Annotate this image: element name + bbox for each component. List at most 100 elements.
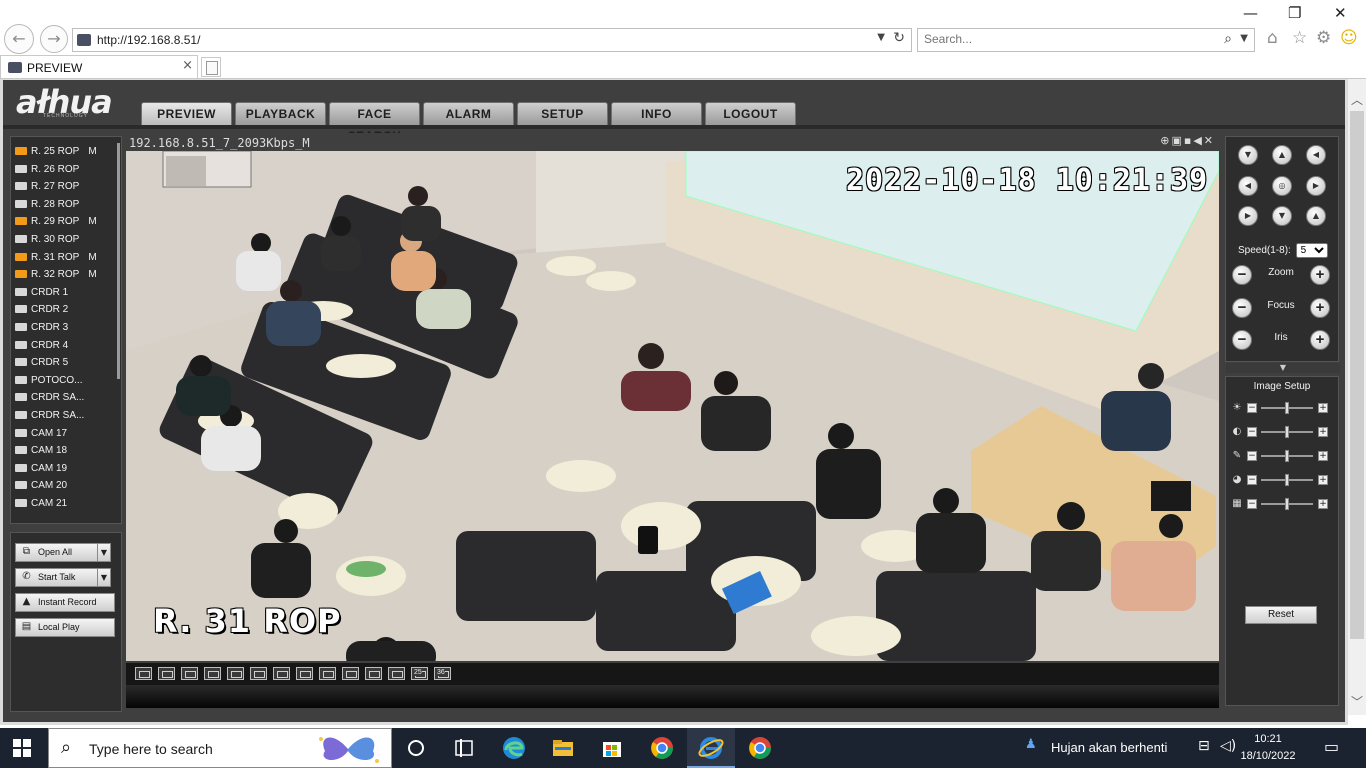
layout-13-icon[interactable]	[342, 667, 359, 680]
device-item[interactable]: CRDR 4	[15, 337, 68, 354]
device-item[interactable]: CAM 17	[15, 425, 67, 442]
device-item[interactable]: CAM 18	[15, 442, 67, 459]
address-dropdown-icon[interactable]: ▼	[877, 32, 885, 43]
start-talk-dropdown[interactable]: ▼	[97, 568, 111, 587]
browser-search-box[interactable]: ⌕ ▼	[917, 28, 1255, 52]
iris-open-button[interactable]: +	[1310, 330, 1330, 350]
weather-text[interactable]: Hujan akan berhenti	[1051, 740, 1167, 755]
device-item[interactable]: R. 32 ROP M	[15, 266, 97, 283]
scroll-thumb[interactable]	[1350, 111, 1364, 639]
hue-decrease-button[interactable]: −	[1247, 475, 1257, 485]
device-item[interactable]: R. 31 ROP M	[15, 249, 97, 266]
brightness-increase-button[interactable]: +	[1318, 403, 1328, 413]
instant-record-button[interactable]: ▲ Instant Record	[15, 593, 115, 612]
scroll-up-icon[interactable]: ︿	[1348, 91, 1366, 109]
ptz-down-right-icon[interactable]: ▲	[1306, 206, 1326, 226]
taskbar-search[interactable]: ⌕ Type here to search	[48, 728, 392, 768]
layout-fullscreen-icon[interactable]	[135, 667, 152, 680]
ptz-up-left-icon[interactable]: ▼	[1238, 145, 1258, 165]
device-item[interactable]: R. 26 ROP	[15, 161, 79, 178]
back-button[interactable]: ←	[4, 24, 34, 54]
browser-search-input[interactable]	[924, 32, 1204, 46]
device-list-scrollbar[interactable]	[117, 143, 120, 379]
snapshot-icon[interactable]: ▣	[1171, 134, 1183, 147]
close-video-icon[interactable]: ✕	[1204, 134, 1215, 147]
device-item[interactable]: CRDR 2	[15, 301, 68, 318]
weather-rain-icon[interactable]: ♟	[1025, 737, 1037, 752]
ptz-up-icon[interactable]: ▲	[1272, 145, 1292, 165]
system-clock[interactable]: 10:21 18/10/2022	[1238, 731, 1298, 765]
record-icon[interactable]: ▪	[1184, 134, 1193, 147]
audio-icon[interactable]: ◀	[1193, 134, 1203, 147]
ptz-center-icon[interactable]: ◎	[1272, 176, 1292, 196]
ptz-down-left-icon[interactable]: ▶	[1238, 206, 1258, 226]
device-item[interactable]: R. 29 ROP M	[15, 213, 97, 230]
minimize-icon[interactable]: —	[1243, 4, 1258, 22]
volume-icon[interactable]: ◁)	[1220, 738, 1236, 754]
layout-fluency-icon[interactable]	[204, 667, 221, 680]
layout-25-button[interactable]: 25	[411, 667, 428, 680]
restore-icon[interactable]: ❐	[1288, 4, 1301, 22]
ptz-up-right-icon[interactable]: ◀	[1306, 145, 1326, 165]
edge-icon[interactable]	[500, 734, 528, 762]
device-item[interactable]: R. 27 ROP	[15, 178, 79, 195]
chrome-icon[interactable]	[746, 734, 774, 762]
new-tab-button[interactable]	[201, 57, 221, 77]
nav-logout[interactable]: LOGOUT	[705, 102, 796, 126]
zoom-in-button[interactable]: +	[1310, 265, 1330, 285]
scroll-down-icon[interactable]: ﹀	[1348, 693, 1366, 711]
favorites-star-icon[interactable]: ☆	[1292, 28, 1307, 48]
file-explorer-icon[interactable]	[549, 734, 577, 762]
focus-far-button[interactable]: +	[1310, 298, 1330, 318]
nav-info[interactable]: INFO	[611, 102, 702, 126]
nav-face-search[interactable]: FACE SEARCH	[329, 102, 420, 143]
device-item[interactable]: CRDR SA...	[15, 407, 84, 424]
device-item[interactable]: CRDR 3	[15, 319, 68, 336]
device-item[interactable]: R. 25 ROP M	[15, 143, 97, 160]
device-item[interactable]: R. 30 ROP	[15, 231, 79, 248]
contrast-slider-thumb[interactable]	[1285, 426, 1289, 438]
home-icon[interactable]: ⌂	[1267, 28, 1278, 48]
device-item[interactable]: R. 28 ROP	[15, 196, 79, 213]
saturation-slider-thumb[interactable]	[1285, 450, 1289, 462]
brightness-slider-thumb[interactable]	[1285, 402, 1289, 414]
notification-icon[interactable]: ▭	[1324, 737, 1339, 756]
speed-select[interactable]: 12345678	[1295, 243, 1328, 258]
search-icon[interactable]: ⌕	[1224, 31, 1232, 47]
refresh-icon[interactable]: ↻	[893, 30, 905, 46]
start-button[interactable]	[13, 739, 31, 757]
page-scrollbar[interactable]: ︿ ﹀	[1348, 79, 1366, 715]
nav-preview[interactable]: PREVIEW	[141, 102, 232, 126]
zoom-out-button[interactable]: −	[1232, 265, 1252, 285]
gain-increase-button[interactable]: +	[1318, 499, 1328, 509]
local-play-button[interactable]: ▤ Local Play	[15, 618, 115, 637]
ptz-left-icon[interactable]: ◀	[1238, 176, 1258, 196]
address-bar[interactable]: http://192.168.8.51/ ▼ ↻	[72, 28, 912, 52]
close-window-icon[interactable]: ✕	[1334, 4, 1347, 22]
open-all-button[interactable]: ⧉ Open All	[15, 543, 99, 562]
device-item[interactable]: POTOCO...	[15, 372, 83, 389]
saturation-decrease-button[interactable]: −	[1247, 451, 1257, 461]
open-all-dropdown[interactable]: ▼	[97, 543, 111, 562]
ptz-down-icon[interactable]: ▼	[1272, 206, 1292, 226]
tab-close-icon[interactable]: ×	[182, 58, 193, 73]
saturation-increase-button[interactable]: +	[1318, 451, 1328, 461]
gain-slider-thumb[interactable]	[1285, 498, 1289, 510]
settings-gear-icon[interactable]: ⚙	[1316, 28, 1331, 48]
device-item[interactable]: CAM 19	[15, 460, 67, 477]
layout-6-icon[interactable]	[273, 667, 290, 680]
device-item[interactable]: CRDR 1	[15, 284, 68, 301]
layout-4-icon[interactable]	[250, 667, 267, 680]
reset-button[interactable]: Reset	[1245, 606, 1317, 624]
store-icon[interactable]	[598, 734, 626, 762]
iris-close-button[interactable]: −	[1232, 330, 1252, 350]
forward-button[interactable]: →	[40, 25, 68, 53]
layout-36-button[interactable]: 36	[434, 667, 451, 680]
focus-near-button[interactable]: −	[1232, 298, 1252, 318]
device-item[interactable]: CRDR 5	[15, 354, 68, 371]
ptz-collapse-toggle[interactable]: ▼	[1226, 363, 1340, 373]
device-item[interactable]: CAM 20	[15, 477, 67, 494]
ptz-right-icon[interactable]: ▶	[1306, 176, 1326, 196]
contrast-increase-button[interactable]: +	[1318, 427, 1328, 437]
nav-alarm[interactable]: ALARM	[423, 102, 514, 126]
